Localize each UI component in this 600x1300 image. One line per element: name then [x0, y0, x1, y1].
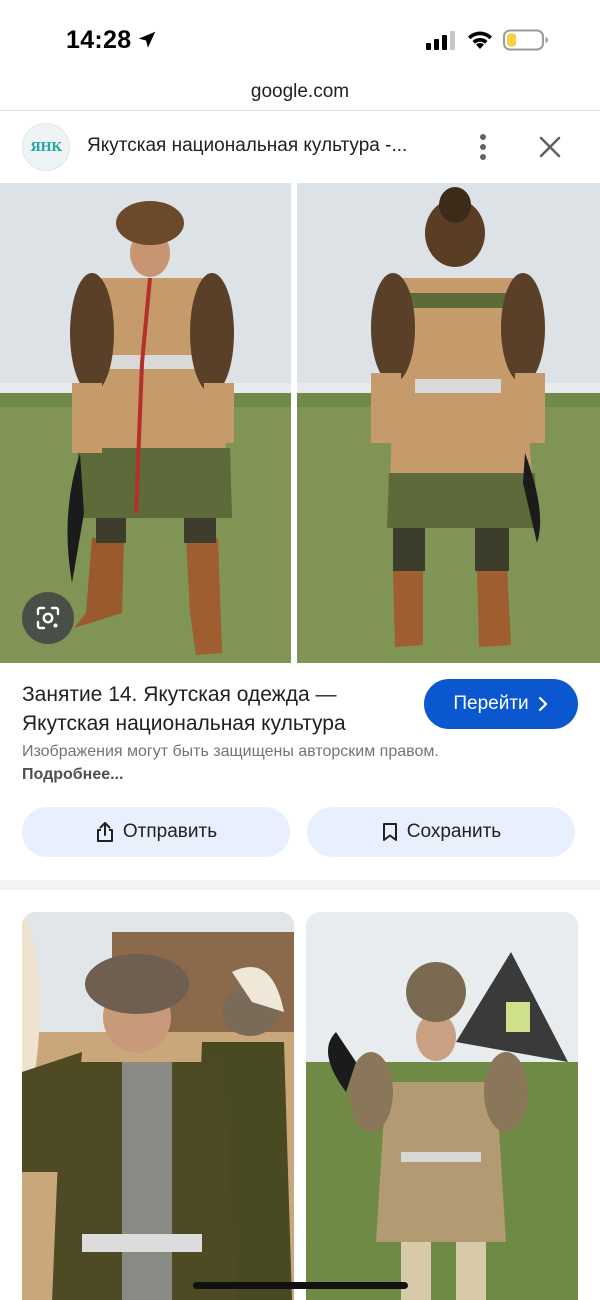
- share-button[interactable]: Отправить: [22, 807, 290, 857]
- close-icon[interactable]: [535, 132, 565, 162]
- main-photo-front: [0, 183, 291, 663]
- chevron-right-icon: [538, 696, 547, 712]
- section-divider: [0, 880, 600, 890]
- url-bar[interactable]: google.com: [0, 76, 600, 110]
- visit-button-label: Перейти: [453, 693, 529, 714]
- visit-button[interactable]: Перейти: [424, 679, 578, 729]
- source-title[interactable]: Якутская национальная культура -...: [87, 135, 407, 157]
- copyright-text: Изображения могут быть защищены авторски…: [22, 743, 439, 760]
- status-time: 14:28: [66, 26, 132, 54]
- share-button-label: Отправить: [122, 821, 218, 842]
- wifi-icon: [468, 31, 492, 49]
- site-logo[interactable]: ЯНК: [22, 123, 70, 171]
- source-header: ЯНК Якутская национальная культура -...: [0, 111, 600, 183]
- bookmark-icon: [382, 823, 397, 841]
- battery-low-icon: [503, 29, 548, 51]
- more-vertical-icon[interactable]: [470, 131, 496, 163]
- cellular-signal-icon: [426, 31, 455, 50]
- copyright-notice: Изображения могут быть защищены авторски…: [22, 740, 442, 786]
- google-lens-button[interactable]: [22, 592, 74, 644]
- google-lens-icon: [36, 606, 60, 630]
- main-image[interactable]: [0, 183, 600, 663]
- save-button[interactable]: Сохранить: [307, 807, 575, 857]
- home-indicator[interactable]: [193, 1282, 408, 1289]
- related-photo-2: [306, 912, 578, 1300]
- related-image-2[interactable]: [306, 912, 578, 1300]
- more-info-link[interactable]: Подробнее...: [22, 766, 123, 783]
- status-bar: 14:28: [0, 0, 600, 80]
- site-logo-text: ЯНК: [30, 140, 62, 154]
- save-button-label: Сохранить: [406, 821, 502, 842]
- location-arrow-icon: [138, 31, 156, 48]
- result-title[interactable]: Занятие 14. Якутская одежда — Якутская н…: [22, 680, 402, 738]
- share-icon: [96, 822, 113, 842]
- main-photo-back: [297, 183, 600, 663]
- related-image-1[interactable]: [22, 912, 294, 1300]
- related-photo-1: [22, 912, 294, 1300]
